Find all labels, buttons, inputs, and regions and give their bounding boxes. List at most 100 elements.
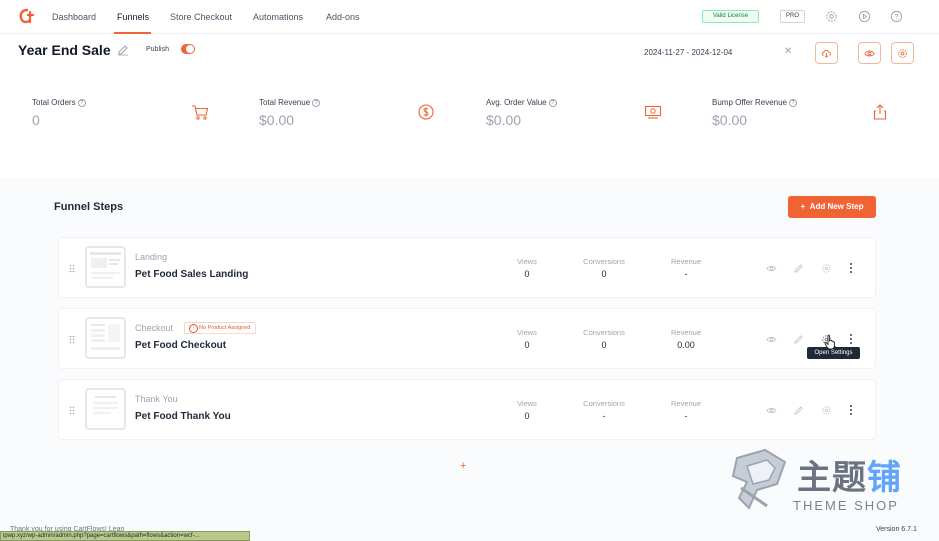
views-label: Views (517, 328, 537, 337)
eye-icon (864, 50, 875, 56)
step-thumbnail[interactable] (85, 388, 126, 430)
conversions-value: 0 (601, 269, 607, 279)
revenue-value: - (684, 269, 688, 279)
publish-toggle[interactable] (181, 44, 195, 54)
play-icon[interactable] (858, 10, 871, 23)
funnel-step-checkout[interactable]: Checkout No Product Assigned Pet Food Ch… (58, 308, 876, 369)
revenue-label: Revenue (670, 328, 702, 337)
info-icon[interactable]: ? (312, 98, 321, 107)
funnel-steps-title: Funnel Steps (54, 201, 124, 213)
gear-icon (898, 48, 907, 58)
preview-funnel-button[interactable] (858, 42, 881, 64)
watermark-logo-icon (731, 448, 787, 510)
stat-value-avg-order-value: $0.00 (486, 112, 522, 128)
step-name[interactable]: Pet Food Sales Landing (135, 269, 248, 280)
views-label: Views (517, 399, 537, 408)
step-name[interactable]: Pet Food Checkout (135, 340, 226, 351)
step-name[interactable]: Pet Food Thank You (135, 411, 231, 422)
revenue-value: 0.00 (677, 340, 695, 350)
stat-label-avg-order-value: Avg. Order Value? (486, 98, 557, 107)
views-value: 0 (524, 340, 530, 350)
eye-icon[interactable] (766, 263, 777, 274)
plus-icon: + (800, 202, 806, 211)
nav-store-checkout[interactable]: Store Checkout (170, 12, 232, 22)
step-thumbnail[interactable] (85, 317, 126, 359)
revenue-label: Revenue (670, 257, 702, 266)
nav-automations[interactable]: Automations (253, 12, 303, 22)
step-type-label: Landing (135, 252, 168, 262)
drag-handle-icon[interactable] (69, 264, 75, 273)
revenue-label: Revenue (670, 399, 702, 408)
no-product-warning-badge: No Product Assigned (184, 322, 257, 334)
nav-add-ons[interactable]: Add-ons (326, 12, 360, 22)
publish-label: Publish (146, 46, 169, 53)
more-options-icon[interactable] (849, 404, 853, 416)
views-value: 0 (524, 269, 530, 279)
views-value: 0 (524, 411, 530, 421)
eye-icon[interactable] (766, 334, 777, 345)
revenue-value: - (684, 411, 688, 421)
nav-active-indicator (114, 32, 151, 34)
drag-handle-icon[interactable] (69, 406, 75, 415)
help-icon[interactable] (890, 10, 903, 23)
info-icon[interactable]: ? (77, 98, 86, 107)
funnel-step-thank-you[interactable]: Thank You Pet Food Thank You Views 0 Con… (58, 379, 876, 440)
add-step-plus-button[interactable]: + (460, 460, 466, 472)
pencil-icon[interactable] (793, 334, 804, 345)
funnel-title: Year End Sale (18, 42, 111, 58)
page-preview-icon (90, 252, 121, 279)
stat-value-total-revenue: $0.00 (259, 112, 295, 128)
nav-dashboard[interactable]: Dashboard (52, 12, 96, 22)
more-options-icon[interactable] (849, 333, 853, 345)
hand-cursor-icon (824, 334, 835, 350)
views-label: Views (517, 257, 537, 266)
license-badge: Valid License (702, 10, 759, 23)
edit-title-icon[interactable] (117, 44, 129, 56)
share-icon (873, 104, 887, 120)
conversions-value: - (602, 411, 606, 421)
gear-icon[interactable] (821, 405, 832, 416)
browser-status-url: ipwp.xyz/wp-admin/admin.php?page=cartflo… (0, 531, 250, 541)
add-new-step-button[interactable]: + Add New Step (788, 196, 876, 218)
pro-badge: PRO (780, 10, 805, 23)
conversions-label: Conversions (583, 257, 625, 266)
page-preview-icon (91, 324, 120, 350)
gear-icon[interactable] (825, 10, 838, 23)
version-text: Version 6.7.1 (876, 526, 917, 533)
watermark-en-text: THEME SHOP (793, 498, 899, 513)
top-nav: Dashboard Funnels Store Checkout Automat… (0, 0, 939, 34)
more-options-icon[interactable] (849, 262, 853, 274)
cart-icon (192, 105, 209, 120)
stat-label-total-orders: Total Orders? (32, 98, 86, 107)
clear-date-button[interactable]: ✕ (784, 46, 792, 57)
conversions-label: Conversions (583, 399, 625, 408)
drag-handle-icon[interactable] (69, 335, 75, 344)
watermark-cn-text: 主题铺 (797, 459, 902, 497)
conversions-label: Conversions (583, 328, 625, 337)
money-icon (644, 105, 662, 119)
stat-label-bump-offer-revenue: Bump Offer Revenue? (712, 98, 798, 107)
date-range-picker[interactable]: 2024-11-27 - 2024-12-04 (644, 48, 732, 57)
conversions-value: 0 (601, 340, 607, 350)
pencil-icon[interactable] (793, 263, 804, 274)
gear-icon[interactable] (821, 263, 832, 274)
step-thumbnail[interactable] (85, 246, 126, 288)
eye-icon[interactable] (766, 405, 777, 416)
cloud-download-icon (821, 49, 831, 58)
page-preview-icon (93, 396, 118, 414)
theme-shop-watermark: 主题铺 THEME SHOP (727, 448, 917, 516)
funnel-settings-button[interactable] (891, 42, 914, 64)
funnel-step-landing[interactable]: Landing Pet Food Sales Landing Views 0 C… (58, 237, 876, 298)
export-button[interactable] (815, 42, 838, 64)
info-icon[interactable]: ? (789, 98, 798, 107)
nav-funnels[interactable]: Funnels (117, 12, 149, 22)
stat-value-total-orders: 0 (32, 112, 40, 128)
step-type-label: Checkout (135, 323, 174, 333)
info-icon[interactable]: ? (548, 98, 557, 107)
step-type-label: Thank You (135, 394, 178, 404)
pencil-icon[interactable] (793, 405, 804, 416)
stat-value-bump-offer-revenue: $0.00 (712, 112, 748, 128)
dollar-icon (418, 104, 434, 120)
cartflows-logo[interactable] (18, 8, 36, 26)
stat-label-total-revenue: Total Revenue? (259, 98, 321, 107)
